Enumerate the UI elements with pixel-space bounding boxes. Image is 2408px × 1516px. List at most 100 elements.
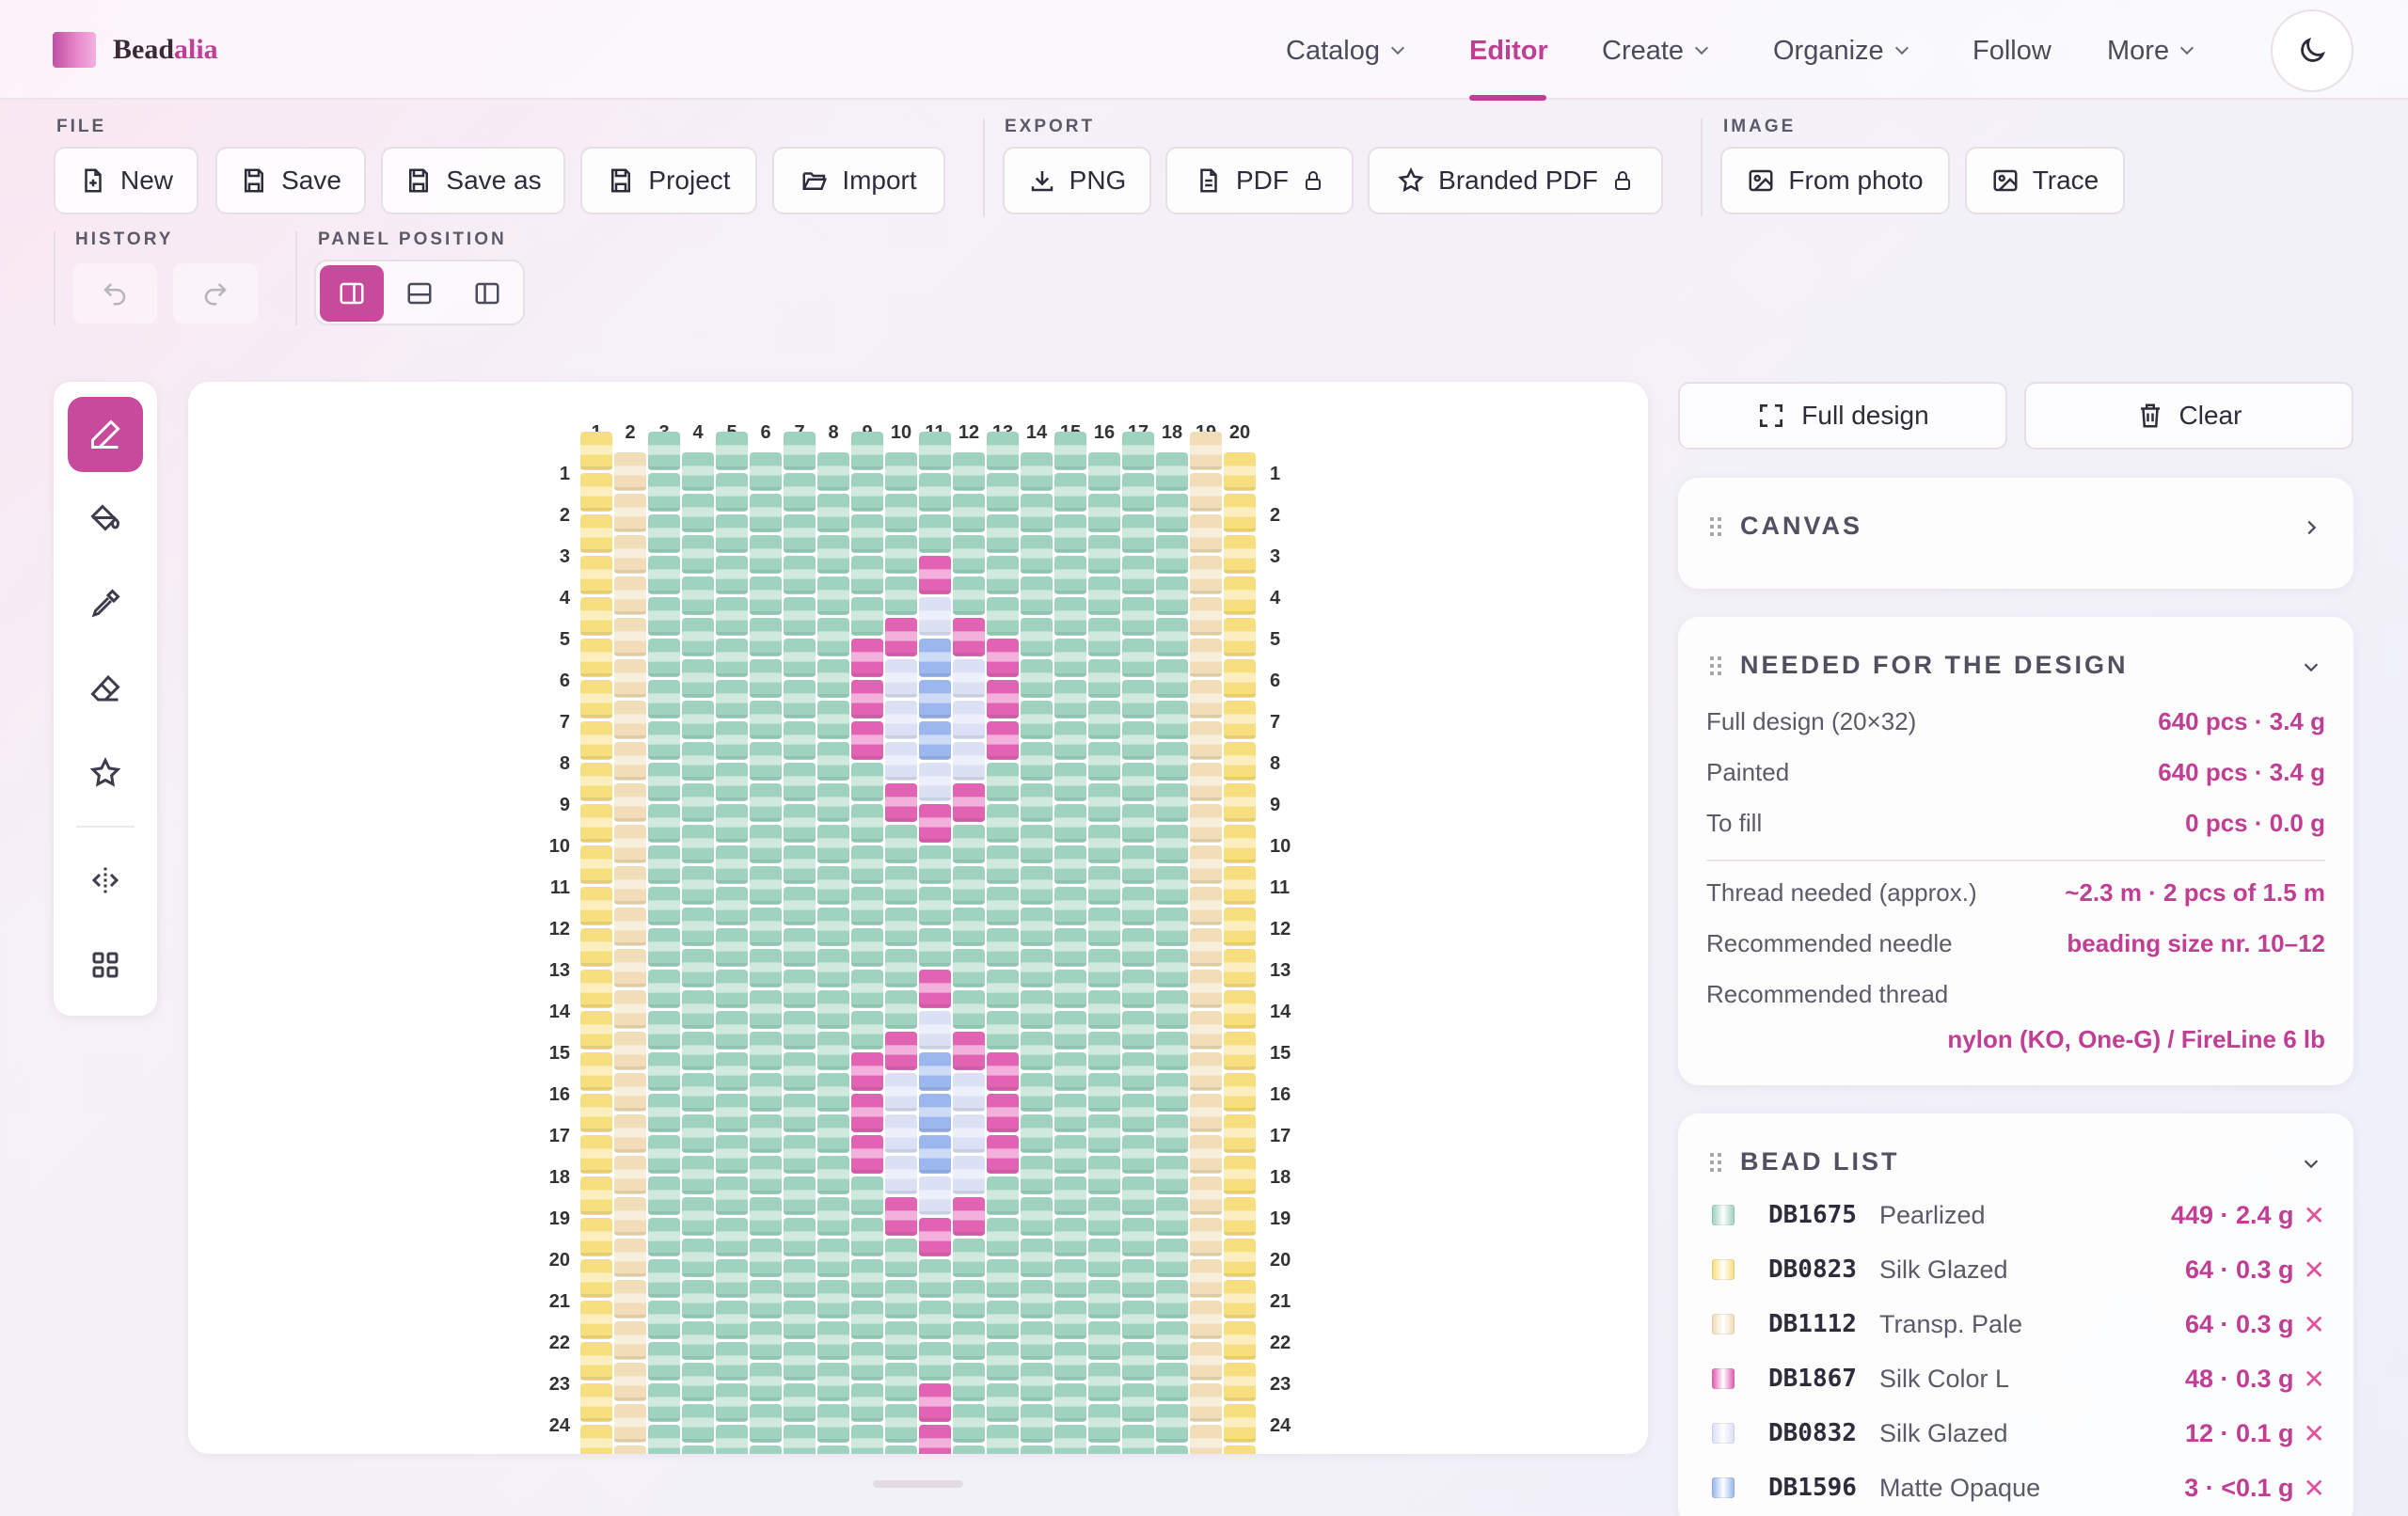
bead[interactable] <box>1190 804 1222 843</box>
bead-list-item[interactable]: DB0823 Silk Glazed 64 · 0.3 g ✕ <box>1712 1251 2325 1288</box>
bead[interactable] <box>987 1425 1019 1454</box>
bead[interactable] <box>784 1301 816 1339</box>
bead[interactable] <box>1156 825 1188 863</box>
bead[interactable] <box>614 1156 646 1194</box>
bead[interactable] <box>1190 1052 1222 1091</box>
bead[interactable] <box>682 783 714 822</box>
bead[interactable] <box>580 928 612 967</box>
bead[interactable] <box>1054 1425 1086 1454</box>
bead[interactable] <box>614 783 646 822</box>
bead[interactable] <box>682 1363 714 1401</box>
bead[interactable] <box>851 1301 883 1339</box>
bead[interactable] <box>953 908 985 946</box>
bead[interactable] <box>1122 845 1154 884</box>
bead[interactable] <box>580 1218 612 1256</box>
bead[interactable] <box>953 825 985 863</box>
eraser-tool[interactable] <box>68 651 143 726</box>
bead[interactable] <box>1088 949 1120 987</box>
bead[interactable] <box>1156 1073 1188 1112</box>
bead[interactable] <box>750 1363 782 1401</box>
bead[interactable] <box>817 535 849 574</box>
bead[interactable] <box>885 452 917 491</box>
bead[interactable] <box>1224 825 1256 863</box>
bead[interactable] <box>614 1363 646 1401</box>
bead[interactable] <box>1156 1321 1188 1360</box>
nav-create[interactable]: Create <box>1602 32 1709 70</box>
bead[interactable] <box>648 763 680 801</box>
bead[interactable] <box>1156 1363 1188 1401</box>
bead[interactable] <box>716 887 748 925</box>
bead[interactable] <box>919 597 951 636</box>
drag-handle-icon[interactable] <box>1710 516 1721 536</box>
bead[interactable] <box>1190 514 1222 553</box>
bead[interactable] <box>817 1404 849 1443</box>
bead[interactable] <box>648 639 680 677</box>
trace-button[interactable]: Trace <box>1965 147 2125 214</box>
bead[interactable] <box>1054 1094 1086 1132</box>
bead[interactable] <box>1088 742 1120 781</box>
bead[interactable] <box>580 1094 612 1132</box>
bead[interactable] <box>784 1425 816 1454</box>
bead[interactable] <box>580 763 612 801</box>
bead[interactable] <box>682 576 714 615</box>
bead[interactable] <box>784 473 816 512</box>
resize-handle[interactable] <box>873 1480 963 1488</box>
bead[interactable] <box>885 1239 917 1277</box>
bead[interactable] <box>580 639 612 677</box>
bead[interactable] <box>784 680 816 719</box>
bead[interactable] <box>648 928 680 967</box>
bead[interactable] <box>648 1301 680 1339</box>
bead[interactable] <box>648 1218 680 1256</box>
bead[interactable] <box>1088 1404 1120 1443</box>
bead[interactable] <box>885 990 917 1029</box>
bead[interactable] <box>1224 866 1256 905</box>
bead[interactable] <box>851 721 883 760</box>
bead[interactable] <box>1088 1032 1120 1070</box>
save-button[interactable]: Save <box>215 147 366 214</box>
bead[interactable] <box>953 742 985 781</box>
bead[interactable] <box>648 1176 680 1215</box>
full-design-button[interactable]: Full design <box>1678 382 2007 450</box>
bead[interactable] <box>1224 949 1256 987</box>
bead[interactable] <box>784 639 816 677</box>
bead[interactable] <box>919 763 951 801</box>
bead[interactable] <box>1122 1259 1154 1298</box>
bead[interactable] <box>750 576 782 615</box>
bead-list-item[interactable]: DB1867 Silk Color L 48 · 0.3 g ✕ <box>1712 1360 2325 1398</box>
bead[interactable] <box>1122 928 1154 967</box>
bead[interactable] <box>750 825 782 863</box>
bead[interactable] <box>1021 535 1053 574</box>
bead[interactable] <box>885 1197 917 1236</box>
bead[interactable] <box>953 1321 985 1360</box>
bead[interactable] <box>987 1383 1019 1422</box>
bead[interactable] <box>1054 970 1086 1008</box>
bead[interactable] <box>919 473 951 512</box>
bead[interactable] <box>682 1032 714 1070</box>
bead[interactable] <box>580 1011 612 1050</box>
bead[interactable] <box>851 804 883 843</box>
bead[interactable] <box>648 887 680 925</box>
bead[interactable] <box>1156 452 1188 491</box>
bead[interactable] <box>1088 494 1120 532</box>
bead[interactable] <box>1088 452 1120 491</box>
bead[interactable] <box>1224 990 1256 1029</box>
bead[interactable] <box>1156 659 1188 698</box>
export-branded-pdf-button[interactable]: Branded PDF <box>1368 147 1663 214</box>
bead[interactable] <box>919 1052 951 1091</box>
bead[interactable] <box>1156 535 1188 574</box>
bead[interactable] <box>919 432 951 470</box>
bead[interactable] <box>851 639 883 677</box>
bead[interactable] <box>1190 1218 1222 1256</box>
bead[interactable] <box>919 1259 951 1298</box>
bead[interactable] <box>1054 721 1086 760</box>
bead[interactable] <box>614 494 646 532</box>
bead[interactable] <box>614 1280 646 1319</box>
bead[interactable] <box>885 1363 917 1401</box>
bead[interactable] <box>817 1280 849 1319</box>
bead[interactable] <box>953 1156 985 1194</box>
bead[interactable] <box>1224 1073 1256 1112</box>
bead[interactable] <box>784 1259 816 1298</box>
bead[interactable] <box>1054 1135 1086 1174</box>
bead[interactable] <box>580 1383 612 1422</box>
bead[interactable] <box>1156 1239 1188 1277</box>
